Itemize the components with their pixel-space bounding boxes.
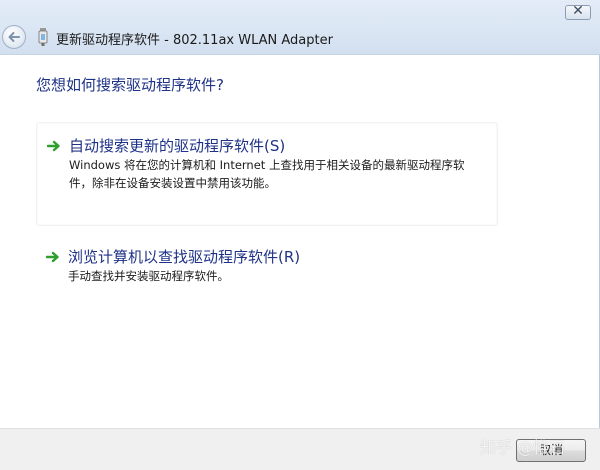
back-button[interactable] [2,25,26,49]
back-arrow-icon [8,32,20,42]
close-button[interactable]: ✕ [565,3,591,20]
browse-computer-title[interactable]: 浏览计算机以查找驱动程序软件(R) [68,246,300,267]
auto-search-title[interactable]: 自动搜索更新的驱动程序软件(S) [69,135,285,156]
browse-computer-description: 手动查找并安装驱动程序软件。 [68,267,229,285]
dialog-header: 更新驱动程序软件 - 802.11ax WLAN Adapter ✕ [0,0,600,55]
green-arrow-icon [46,251,59,263]
update-driver-dialog: 更新驱动程序软件 - 802.11ax WLAN Adapter ✕ 您想如何搜… [0,0,600,470]
window-title: 更新驱动程序软件 - 802.11ax WLAN Adapter [56,33,333,48]
browse-computer-option[interactable]: 浏览计算机以查找驱动程序软件(R) 手动查找并安装驱动程序软件。 [36,240,498,290]
dialog-footer: 取消 [0,428,600,470]
green-arrow-icon [47,140,60,152]
network-adapter-icon [38,28,48,46]
description-line: Windows 将在您的计算机和 Internet 上查找用于相关设备的最新驱动… [69,158,465,172]
cancel-button[interactable]: 取消 [516,439,586,462]
auto-search-description: Windows 将在您的计算机和 Internet 上查找用于相关设备的最新驱动… [69,156,464,192]
auto-search-option[interactable]: 自动搜索更新的驱动程序软件(S) Windows 将在您的计算机和 Intern… [36,122,498,226]
description-line: 手动查找并安装驱动程序软件。 [68,269,229,283]
description-line: 件，除非在设备安装设置中禁用该功能。 [69,176,276,190]
page-heading: 您想如何搜索驱动程序软件? [36,76,224,94]
close-icon: ✕ [572,3,584,19]
